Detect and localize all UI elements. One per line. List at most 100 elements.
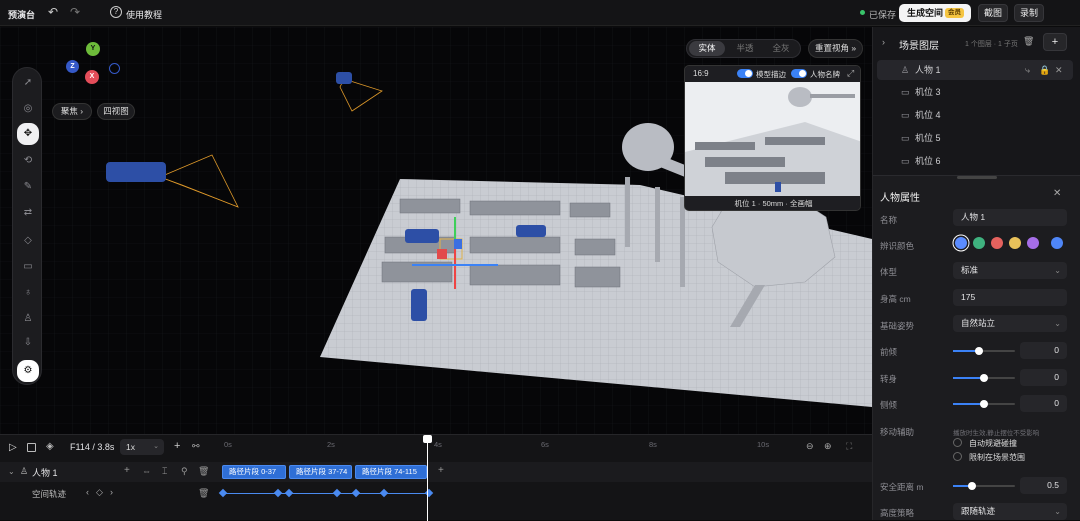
layer-item-camera-3[interactable]: ▭ 机位 3 [877,82,1073,102]
turn-value[interactable]: 0 [1020,369,1067,386]
keyframe[interactable] [284,488,294,498]
lock-icon[interactable]: 🔒 [1039,60,1050,80]
render-mode-translucent[interactable]: 半透 [727,41,763,56]
focus-button[interactable]: 聚焦 › [52,103,92,120]
clip[interactable]: 路径片段 74-115 [355,465,427,479]
limit-scene-radio[interactable] [953,452,962,461]
color-swatch[interactable] [1027,237,1039,249]
keyframe[interactable] [332,488,342,498]
trash-icon[interactable]: 🗑 [198,466,209,477]
trash-icon[interactable]: 🗑 [198,488,209,499]
keyframe-icon[interactable]: ◈ [46,441,54,452]
render-mode-gray[interactable]: 全灰 [763,41,799,56]
track-row[interactable]: ⌄ ♙ 人物 1 + ⇔ ⌶ ⚲ 🗑 路径片段 0-37 路径片段 37-74 … [0,462,872,482]
safe-distance-value[interactable]: 0.5 [1020,477,1067,494]
tilt-slider[interactable] [953,400,1015,408]
gizmo-y-axis[interactable]: Y [86,42,100,56]
collapse-icon[interactable]: ⌄ [8,467,15,476]
person-icon[interactable]: ♙ [19,310,37,328]
turn-slider[interactable] [953,374,1015,382]
collapse-panel-icon[interactable]: › [882,37,885,47]
append-clip-icon[interactable]: + [438,465,444,476]
camera-icon[interactable]: ▭ [19,258,37,276]
3d-viewport[interactable]: ➚ ◎ ✥ ⟲ ✎ ⇄ ◇ ▭ ♁ ♙ ⇩ ⚙ Y Z X 聚焦 › 四视图 实… [0,27,872,434]
pin-icon[interactable]: ⚲ [181,466,188,477]
record-button[interactable]: 录制 [1014,4,1044,22]
pen-icon[interactable]: ✎ [19,178,37,196]
add-clip-icon[interactable]: + [124,465,130,476]
render-mode-solid[interactable]: 实体 [689,41,725,56]
zoom-in-icon[interactable]: ⊕ [824,441,832,452]
clip[interactable]: 路径片段 37-74 [289,465,352,479]
tune-icon[interactable]: ⚯ [192,441,200,452]
color-swatch-custom[interactable] [1051,237,1063,249]
generate-space-button[interactable]: 生成空间 会员 [899,4,971,22]
keyframe[interactable] [273,488,283,498]
safe-distance-slider[interactable] [953,482,1015,490]
close-icon[interactable]: ✕ [1055,60,1063,80]
tutorial-link[interactable]: 使用教程 [126,8,162,21]
reset-view-button[interactable]: 重置视角 » [808,39,863,58]
height-field[interactable]: 175 [953,289,1067,306]
add-layer-button[interactable]: + [1043,33,1067,51]
redo-icon[interactable]: ↷ [68,5,82,19]
height-strategy-select[interactable]: 跟随轨迹 ⌄ [953,503,1067,520]
camera-model[interactable] [106,162,166,182]
rotate-icon[interactable]: ⟲ [19,152,37,170]
clip[interactable]: 路径片段 0-37 [222,465,286,479]
name-field[interactable]: 人物 1 [953,209,1067,226]
layer-item-camera-5[interactable]: ▭ 机位 5 [877,128,1073,148]
preview-ratio[interactable]: 16:9 [693,69,709,78]
time-ruler[interactable]: 0s 2s 4s 6s 8s 10s [221,435,872,459]
prev-key-icon[interactable]: ‹ [86,487,89,497]
nameplate-toggle[interactable] [791,69,807,78]
keyframe[interactable] [351,488,361,498]
stop-icon[interactable] [27,443,36,452]
layer-item-person-1[interactable]: ♙ 人物 1 ⤷ 🔒 ✕ [877,60,1073,80]
trash-icon[interactable]: 🗑 [1023,36,1034,47]
tilt-value[interactable]: 0 [1020,395,1067,412]
color-swatch[interactable] [955,237,967,249]
light-icon[interactable]: ♁ [19,284,37,302]
next-key-icon[interactable]: › [110,487,113,497]
gizmo-z-axis[interactable]: Z [66,60,79,73]
auto-avoid-radio[interactable] [953,438,962,447]
play-icon[interactable]: ▷ [9,442,17,453]
drag-handle[interactable] [957,176,997,179]
align-icon[interactable]: ⇄ [19,204,37,222]
layer-item-camera-6[interactable]: ▭ 机位 6 [877,151,1073,171]
playhead[interactable] [427,435,428,521]
model-outline-toggle[interactable] [737,69,753,78]
split-icon[interactable]: ⌶ [162,466,167,477]
move-icon[interactable]: ✥ [17,123,39,145]
keyframe[interactable] [218,488,228,498]
orbit-icon[interactable]: ◎ [19,100,37,118]
lean-slider[interactable] [953,347,1015,355]
gizmo-x-axis[interactable]: X [85,70,99,84]
four-view-button[interactable]: 四视图 [97,103,135,120]
color-swatch[interactable] [1009,237,1021,249]
fit-icon[interactable]: ⛶ [846,441,852,452]
playhead-handle[interactable] [423,435,432,443]
cube-icon[interactable]: ◇ [19,232,37,250]
layer-item-camera-4[interactable]: ▭ 机位 4 [877,105,1073,125]
undo-icon[interactable]: ↶ [46,5,60,19]
import-icon[interactable]: ⇩ [19,334,37,352]
gizmo-neg-axis[interactable] [109,63,120,74]
expand-icon[interactable]: ⤢ [847,68,854,79]
pose-select[interactable]: 自然站立 ⌄ [953,315,1067,332]
body-select[interactable]: 标准 ⌄ [953,262,1067,279]
color-swatch[interactable] [973,237,985,249]
screenshot-button[interactable]: 截图 [978,4,1008,22]
sub-track-row[interactable]: 空间轨迹 ‹ ◇ › 🗑 [0,484,872,504]
speed-select[interactable]: 1x ⌄ [120,439,164,455]
settings-icon[interactable]: ⚙ [17,360,39,382]
lean-value[interactable]: 0 [1020,342,1067,359]
link-icon[interactable]: ⇔ [142,466,151,476]
add-icon[interactable]: + [174,440,180,452]
path-icon[interactable]: ⤷ [1025,60,1030,80]
keyframe-toggle-icon[interactable]: ◇ [96,487,103,498]
color-swatch[interactable] [991,237,1003,249]
zoom-out-icon[interactable]: ⊖ [806,441,814,452]
close-icon[interactable]: ✕ [1053,188,1061,199]
